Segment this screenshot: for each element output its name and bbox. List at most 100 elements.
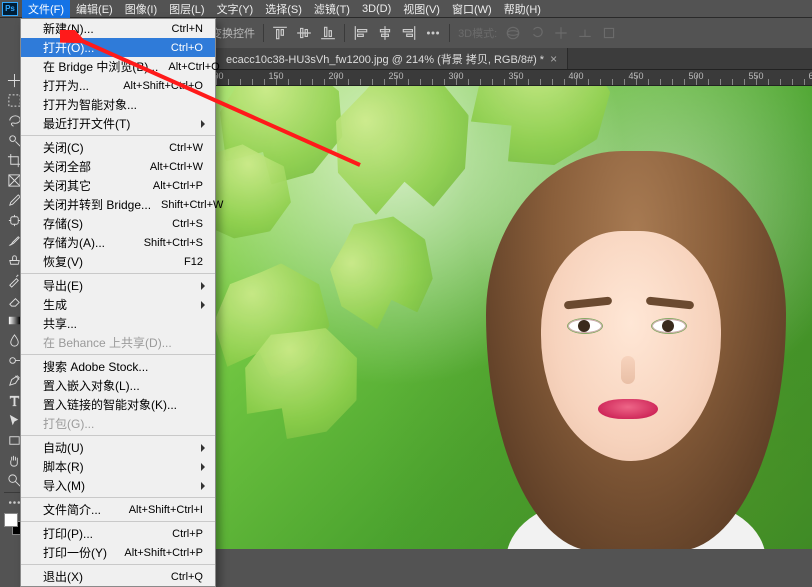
ruler-tick-label: 600 [808,71,812,81]
menu-item-label: 在 Behance 上共享(D)... [43,334,172,351]
menu-item-label: 置入链接的智能对象(K)... [43,396,177,413]
menu-item-label: 搜索 Adobe Stock... [43,358,148,375]
file-menu-item[interactable]: 共享... [21,314,215,333]
file-menu-item[interactable]: 置入嵌入对象(L)... [21,376,215,395]
document-canvas[interactable] [216,86,812,549]
menu-file[interactable]: 文件(F) [22,0,70,19]
menu-window[interactable]: 窗口(W) [446,0,498,19]
align-right-icon[interactable] [401,25,417,41]
threeD-rotate-icon [529,25,545,41]
menu-item-shortcut: Ctrl+P [172,528,203,540]
threeD-slide-icon [577,25,593,41]
menu-item-label: 打包(G)... [43,415,94,432]
menu-item-label: 打开为... [43,77,89,94]
menu-filter[interactable]: 滤镜(T) [308,0,356,19]
menu-item-label: 置入嵌入对象(L)... [43,377,140,394]
threeD-pan-icon [553,25,569,41]
file-menu-item[interactable]: 存储(S)Ctrl+S [21,214,215,233]
align-top-icon[interactable] [272,25,288,41]
menu-item-shortcut: Ctrl+Q [171,571,203,583]
threeD-mode-label: 3D模式: [458,25,497,41]
menu-item-shortcut: Alt+Shift+Ctrl+O [123,80,203,92]
menu-item-shortcut: Alt+Ctrl+W [150,161,203,173]
menubar: Ps 文件(F) 编辑(E) 图像(I) 图层(L) 文字(Y) 选择(S) 滤… [0,0,812,18]
align-vcenter-icon[interactable] [296,25,312,41]
menu-item-shortcut: Ctrl+O [171,42,203,54]
more-options-icon[interactable] [425,25,441,41]
document-tab-title: ecacc10c38-HU3sVh_fw1200.jpg @ 214% (背景 … [226,51,544,67]
menu-item-label: 在 Bridge 中浏览(B)... [43,58,158,75]
menu-item-shortcut: F12 [184,256,203,268]
menu-item-label: 存储为(A)... [43,234,105,251]
file-menu-item[interactable]: 在 Bridge 中浏览(B)...Alt+Ctrl+O [21,57,215,76]
menu-item-label: 新建(N)... [43,20,94,37]
file-menu-item[interactable]: 自动(U) [21,438,215,457]
menu-item-label: 自动(U) [43,439,84,456]
menu-item-shortcut: Ctrl+W [169,142,203,154]
document-tab[interactable]: ecacc10c38-HU3sVh_fw1200.jpg @ 214% (背景 … [216,48,568,69]
menu-type[interactable]: 文字(Y) [211,0,260,19]
file-menu-item[interactable]: 关闭全部 Alt+Ctrl+W [21,157,215,176]
menu-layer[interactable]: 图层(L) [163,0,210,19]
file-menu-item[interactable]: 生成 [21,295,215,314]
menu-item-shortcut: Shift+Ctrl+W [161,199,223,211]
file-menu-item[interactable]: 退出(X) Ctrl+Q [21,567,215,586]
menu-item-shortcut: Alt+Shift+Ctrl+I [129,504,203,516]
file-menu-item[interactable]: 打印一份(Y) Alt+Shift+Ctrl+P [21,543,215,562]
file-menu-item: 在 Behance 上共享(D)... [21,333,215,352]
menu-item-label: 脚本(R) [43,458,84,475]
menu-item-label: 退出(X) [43,568,83,585]
file-menu-item[interactable]: 打开(O)... Ctrl+O [21,38,215,57]
file-menu-item[interactable]: 新建(N)... Ctrl+N [21,19,215,38]
file-menu-item[interactable]: 文件简介... Alt+Shift+Ctrl+I [21,500,215,519]
file-menu-dropdown[interactable]: 新建(N)... Ctrl+N 打开(O)... Ctrl+O 在 Bridge 中浏览… [20,18,216,587]
align-hcenter-icon[interactable] [377,25,393,41]
portrait [446,151,806,549]
menu-select[interactable]: 选择(S) [259,0,308,19]
menu-item-label: 导入(M) [43,477,85,494]
file-menu-item[interactable]: 打印(P)... Ctrl+P [21,524,215,543]
threeD-orbit-icon [505,25,521,41]
menu-image[interactable]: 图像(I) [119,0,163,19]
file-menu-item[interactable]: 存储为(A)... Shift+Ctrl+S [21,233,215,252]
file-menu-item[interactable]: 关闭并转到 Bridge...Shift+Ctrl+W [21,195,215,214]
menu-item-label: 最近打开文件(T) [43,115,130,132]
file-menu-item: 打包(G)... [21,414,215,433]
menu-item-label: 导出(E) [43,277,83,294]
menu-item-label: 存储(S) [43,215,83,232]
file-menu-item[interactable]: 置入链接的智能对象(K)... [21,395,215,414]
file-menu-item[interactable]: 导入(M) [21,476,215,495]
menu-item-label: 打开为智能对象... [43,96,137,113]
menu-item-label: 打印一份(Y) [43,544,107,561]
align-bottom-icon[interactable] [320,25,336,41]
menu-item-label: 关闭全部 [43,158,91,175]
file-menu-item[interactable]: 关闭其它Alt+Ctrl+P [21,176,215,195]
menu-3d[interactable]: 3D(D) [356,1,397,17]
align-left-icon[interactable] [353,25,369,41]
menu-item-label: 生成 [43,296,67,313]
app-logo: Ps [2,2,18,16]
threeD-scale-icon [601,25,617,41]
file-menu-item[interactable]: 导出(E) [21,276,215,295]
foreground-color-swatch[interactable] [4,513,18,527]
menu-item-shortcut: Ctrl+N [172,23,203,35]
menu-item-shortcut: Alt+Shift+Ctrl+P [124,547,203,559]
menu-view[interactable]: 视图(V) [397,0,446,19]
menu-help[interactable]: 帮助(H) [498,0,547,19]
file-menu-item[interactable]: 最近打开文件(T) [21,114,215,133]
file-menu-item[interactable]: 搜索 Adobe Stock... [21,357,215,376]
menu-item-label: 恢复(V) [43,253,83,270]
file-menu-item[interactable]: 恢复(V) F12 [21,252,215,271]
file-menu-item[interactable]: 打开为... Alt+Shift+Ctrl+O [21,76,215,95]
menu-item-shortcut: Alt+Ctrl+P [153,180,203,192]
menu-edit[interactable]: 编辑(E) [70,0,119,19]
menu-item-label: 打印(P)... [43,525,93,542]
close-icon[interactable]: × [550,52,557,66]
menu-item-label: 共享... [43,315,77,332]
file-menu-item[interactable]: 关闭(C)Ctrl+W [21,138,215,157]
file-menu-item[interactable]: 脚本(R) [21,457,215,476]
menu-item-label: 打开(O)... [43,39,94,56]
file-menu-item[interactable]: 打开为智能对象... [21,95,215,114]
menu-item-label: 文件简介... [43,501,101,518]
menu-item-shortcut: Shift+Ctrl+S [144,237,203,249]
